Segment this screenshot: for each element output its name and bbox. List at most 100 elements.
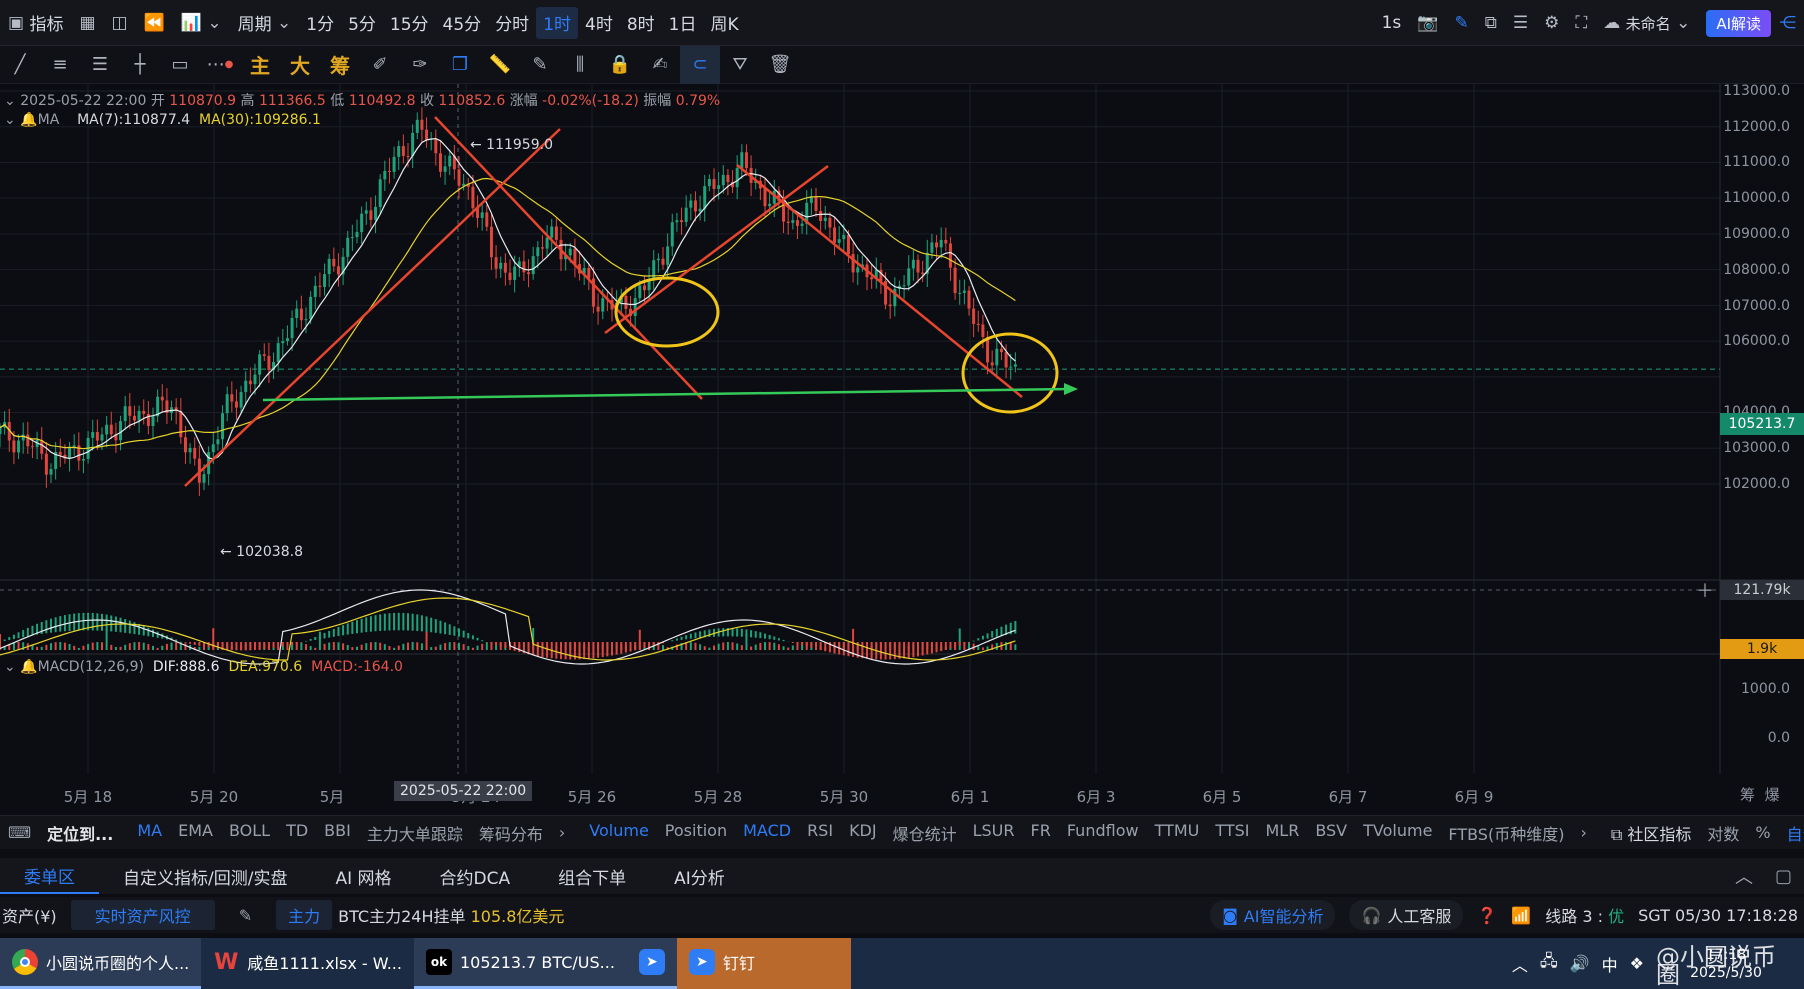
period-4[interactable]: 分时	[488, 7, 536, 39]
add-pane-icon[interactable]: ＋	[1696, 577, 1714, 603]
sub-indicator-6[interactable]: LSUR	[965, 821, 1023, 845]
trendline-icon[interactable]: ╱	[0, 46, 40, 84]
sub-indicator-9[interactable]: TTMU	[1147, 821, 1208, 845]
candlestick-chart[interactable]	[0, 84, 1804, 797]
collapse-icon[interactable]: ⌄	[4, 659, 16, 675]
period-9[interactable]: 周K	[704, 7, 746, 39]
task-dingtalk[interactable]: ➤ 钉钉	[676, 938, 851, 989]
sub-indicator-3[interactable]: RSI	[799, 821, 841, 845]
auto-scale-toggle[interactable]: 自动	[1779, 821, 1804, 845]
chart-area[interactable]: ⌄ 2025-05-22 22:00 开 110870.9 高 111366.5…	[0, 83, 1804, 806]
task-okx[interactable]: ok 105213.7 BTC/US...	[413, 938, 627, 989]
copy-icon[interactable]: ❐	[440, 46, 480, 84]
panel-tab-3[interactable]: 合约DCA	[416, 858, 535, 894]
sub-indicator-13[interactable]: TVolume	[1355, 821, 1440, 845]
workspace-dropdown[interactable]: ☁ 未命名 ⌄	[1595, 0, 1698, 46]
locate-button[interactable]: 定位到...	[39, 821, 121, 845]
layout-icon[interactable]: ◫	[104, 0, 136, 46]
panel-tab-5[interactable]: AI分析	[650, 858, 749, 894]
share-icon[interactable]: ⋲	[1771, 0, 1804, 46]
main-indicator-4[interactable]: BBI	[316, 821, 359, 845]
more-icon[interactable]: ⋯ ●	[200, 46, 240, 84]
customer-service-button[interactable]: 🎧 人工客服	[1349, 900, 1464, 930]
main-indicator-1[interactable]: EMA	[170, 821, 221, 845]
parallel-lines-icon[interactable]: ≡	[40, 46, 80, 84]
ai-interpret-button[interactable]: AI解读	[1706, 9, 1771, 37]
calendar-icon[interactable]: ▦	[71, 0, 103, 46]
collapse-up-icon[interactable]: ︿	[1735, 863, 1753, 889]
main-indicator-6[interactable]: 筹码分布	[471, 821, 551, 845]
community-indicators-button[interactable]: ⧉ 社区指标	[1603, 821, 1700, 845]
chevron-up-icon[interactable]: ︿	[1512, 952, 1528, 976]
rectangle-icon[interactable]: ▭	[160, 46, 200, 84]
chevron-right-icon[interactable]: ›	[1572, 823, 1594, 842]
main-indicator-3[interactable]: TD	[278, 821, 316, 845]
magnet-icon[interactable]: ⊂	[680, 45, 720, 84]
sub-indicator-0[interactable]: Volume	[581, 821, 657, 845]
panel-tab-2[interactable]: AI 网格	[311, 858, 415, 894]
edit-icon[interactable]: ✎	[239, 906, 252, 925]
ime-icon[interactable]: ❖	[1630, 954, 1644, 973]
period-8[interactable]: 1日	[662, 7, 704, 39]
chevron-right-icon[interactable]: ›	[551, 823, 573, 842]
camera-icon[interactable]: 📷	[1409, 0, 1446, 46]
brush-icon[interactable]: ✑	[400, 46, 440, 84]
bell-icon[interactable]: 🔔	[20, 659, 37, 675]
risk-control-button[interactable]: 实时资产风控	[70, 900, 215, 930]
period-dropdown[interactable]: 周期 ⌄	[230, 0, 300, 46]
log-scale-toggle[interactable]: 对数	[1699, 821, 1747, 845]
volume-icon[interactable]: 🔊	[1570, 954, 1590, 973]
period-3[interactable]: 45分	[436, 7, 489, 39]
filter-icon[interactable]: ⛛	[720, 46, 760, 84]
sub-indicator-14[interactable]: FTBS(币种维度)	[1440, 821, 1572, 845]
period-7[interactable]: 8时	[620, 7, 662, 39]
highlighter-icon[interactable]: ✎	[520, 46, 560, 84]
lock-icon[interactable]: 🔒	[600, 46, 640, 84]
bell-icon[interactable]: 🔔	[20, 112, 37, 128]
ruler-icon[interactable]: 📏	[480, 46, 520, 84]
period-1[interactable]: 5分	[341, 7, 383, 39]
network-icon[interactable]: 🖧	[1540, 950, 1558, 977]
chart-type-dropdown[interactable]: 📊 ⌄	[173, 0, 230, 46]
percent-toggle[interactable]: %	[1747, 823, 1778, 842]
task-wps[interactable]: W 咸鱼1111.xlsx - W...	[201, 938, 414, 989]
interval-display[interactable]: 1s	[1374, 0, 1410, 46]
edit-icon[interactable]: ✐	[360, 46, 400, 84]
sub-indicator-10[interactable]: TTSI	[1207, 821, 1257, 845]
collapse-icon[interactable]: ⌄	[4, 93, 16, 109]
large-order-button[interactable]: 大	[280, 46, 320, 84]
help-icon[interactable]: ❓	[1477, 906, 1497, 925]
axis-corner-chips[interactable]: 筹 爆	[1740, 784, 1780, 805]
cross-line-icon[interactable]: ┼	[120, 46, 160, 84]
collapse-icon[interactable]: ⌄	[4, 112, 16, 128]
pin-icon[interactable]: ⌨	[0, 823, 39, 842]
period-5[interactable]: 1时	[536, 6, 579, 39]
main-force-button[interactable]: 主	[240, 46, 280, 84]
window-icon[interactable]: ▢	[1775, 866, 1792, 887]
replay-icon[interactable]: ⏪	[136, 0, 173, 46]
tray-clock[interactable]: 17:18 2025/5/30 @小圆说币圈	[1656, 945, 1796, 987]
pen-icon[interactable]: ✎	[1446, 0, 1476, 46]
candle-icon[interactable]: ⫼	[560, 46, 600, 84]
fullscreen-icon[interactable]: ⛶	[1567, 0, 1595, 46]
main-indicator-5[interactable]: 主力大单跟踪	[359, 821, 471, 845]
horizontal-lines-icon[interactable]: ☰	[80, 46, 120, 84]
sub-indicator-8[interactable]: Fundflow	[1059, 821, 1147, 845]
sub-indicator-12[interactable]: BSV	[1307, 821, 1355, 845]
indicators-button[interactable]: ▣ 指标	[0, 0, 71, 46]
sub-indicator-2[interactable]: MACD	[735, 821, 799, 845]
settings-icon[interactable]: ⚙	[1536, 0, 1567, 46]
main-indicator-2[interactable]: BOLL	[221, 821, 278, 845]
task-dingtalk-small[interactable]: ➤	[626, 938, 677, 989]
period-0[interactable]: 1分	[299, 7, 341, 39]
period-2[interactable]: 15分	[383, 7, 436, 39]
sub-indicator-5[interactable]: 爆仓统计	[885, 821, 965, 845]
template-icon[interactable]: ⧉	[1477, 0, 1505, 46]
line-status[interactable]: 线路 3 : 优	[1545, 903, 1624, 927]
main-indicator-0[interactable]: MA	[129, 821, 170, 845]
period-6[interactable]: 4时	[578, 7, 620, 39]
panel-tab-0[interactable]: 委单区	[0, 858, 99, 894]
sub-indicator-1[interactable]: Position	[657, 821, 735, 845]
trash-icon[interactable]: 🗑	[760, 46, 800, 84]
task-chrome[interactable]: 小圆说币圈的个人...	[0, 938, 202, 989]
